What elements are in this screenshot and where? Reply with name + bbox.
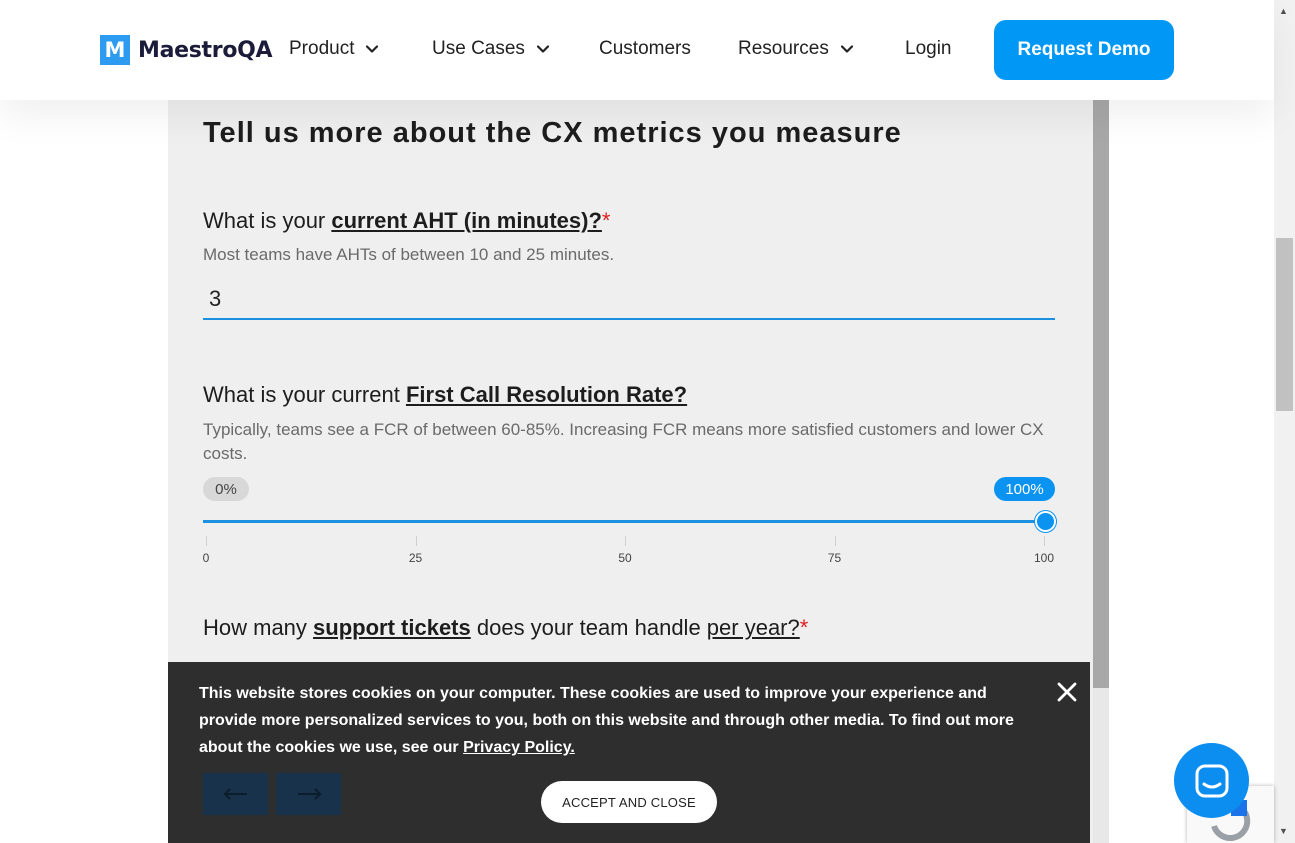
prev-button[interactable] [203,773,268,815]
tickets-question: How many support tickets does your team … [203,615,808,641]
slider-tick-label: 25 [408,551,423,565]
cookie-message: This website stores cookies on your comp… [199,685,1014,756]
page-scrollbar[interactable]: ▲ ▼ [1274,0,1295,843]
aht-question: What is your current AHT (in minutes)?* [203,208,610,234]
fcr-help: Typically, teams see a FCR of between 60… [203,420,1044,463]
arrow-left-icon [223,788,247,800]
form-title: Tell us more about the CX metrics you me… [203,117,902,149]
close-icon[interactable] [1055,680,1079,704]
slider-tick [206,536,207,546]
aht-question-emph: current AHT (in minutes)? [331,208,602,233]
aht-help: Most teams have AHTs of between 10 and 2… [203,245,615,264]
nav-resources-label: Resources [738,38,829,59]
aht-input[interactable] [203,280,1055,320]
privacy-policy-link[interactable]: Privacy Policy. [463,739,575,756]
slider-tick [1044,536,1045,546]
required-marker: * [799,615,809,640]
fcr-question-emph: First Call Resolution Rate? [405,382,688,407]
slider-tick-label: 0 [202,551,210,565]
scroll-down-icon[interactable]: ▼ [1279,826,1288,836]
accept-and-close-button[interactable]: ACCEPT AND CLOSE [541,781,717,823]
fcr-question-prefix: What is your current [203,382,406,407]
nav-product-label: Product [289,38,355,59]
required-marker: * [601,208,611,233]
next-button[interactable] [276,773,341,815]
cookie-text: This website stores cookies on your comp… [199,680,1039,761]
chevron-down-icon [535,41,551,57]
site-header: M MaestroQA Product Use Cases Customers … [0,0,1274,100]
arrow-right-icon [297,788,321,800]
nav-use-cases[interactable]: Use Cases [432,38,551,60]
logo-text: MaestroQA [138,37,273,63]
slider-tick-label: 75 [827,551,842,565]
slider-value-pill: 100% [994,477,1055,501]
nav-resources[interactable]: Resources [738,38,855,60]
page-scrollbar-thumb[interactable] [1276,238,1293,411]
fcr-question: What is your current First Call Resoluti… [203,382,687,408]
scroll-up-icon[interactable]: ▲ [1279,6,1288,16]
nav-customers[interactable]: Customers [599,38,691,60]
slider-tick-label: 50 [618,551,632,565]
aht-question-prefix: What is your [203,208,332,233]
nav-login[interactable]: Login [905,38,952,60]
slider-tick-label: 100 [1033,551,1055,565]
nav-customers-label: Customers [599,38,691,59]
page: M MaestroQA Product Use Cases Customers … [0,0,1295,843]
form-scrollbar[interactable] [1093,100,1109,843]
chat-icon [1195,764,1228,797]
fcr-slider-handle[interactable] [1035,511,1056,532]
tickets-question-middle: does your team handle [470,615,707,640]
slider-tick [834,536,836,546]
tickets-question-emph2: per year? [706,615,800,640]
fcr-slider-track[interactable] [203,520,1045,523]
request-demo-button[interactable]: Request Demo [994,20,1174,80]
slider-min-pill: 0% [203,477,249,501]
chevron-down-icon [364,41,380,57]
form-scrollbar-thumb[interactable] [1093,100,1109,688]
logo[interactable]: M MaestroQA [100,35,273,65]
chevron-down-icon [839,41,855,57]
tickets-question-emph: support tickets [313,615,471,640]
logo-mark: M [100,35,130,65]
slider-tick [415,536,417,546]
cookie-banner: This website stores cookies on your comp… [168,662,1090,843]
nav-use-cases-label: Use Cases [432,38,525,59]
tickets-question-prefix: How many [203,615,314,640]
nav-login-label: Login [905,38,952,59]
nav-product[interactable]: Product [289,38,380,60]
chat-launcher-button[interactable] [1174,743,1249,818]
slider-tick [625,536,626,546]
